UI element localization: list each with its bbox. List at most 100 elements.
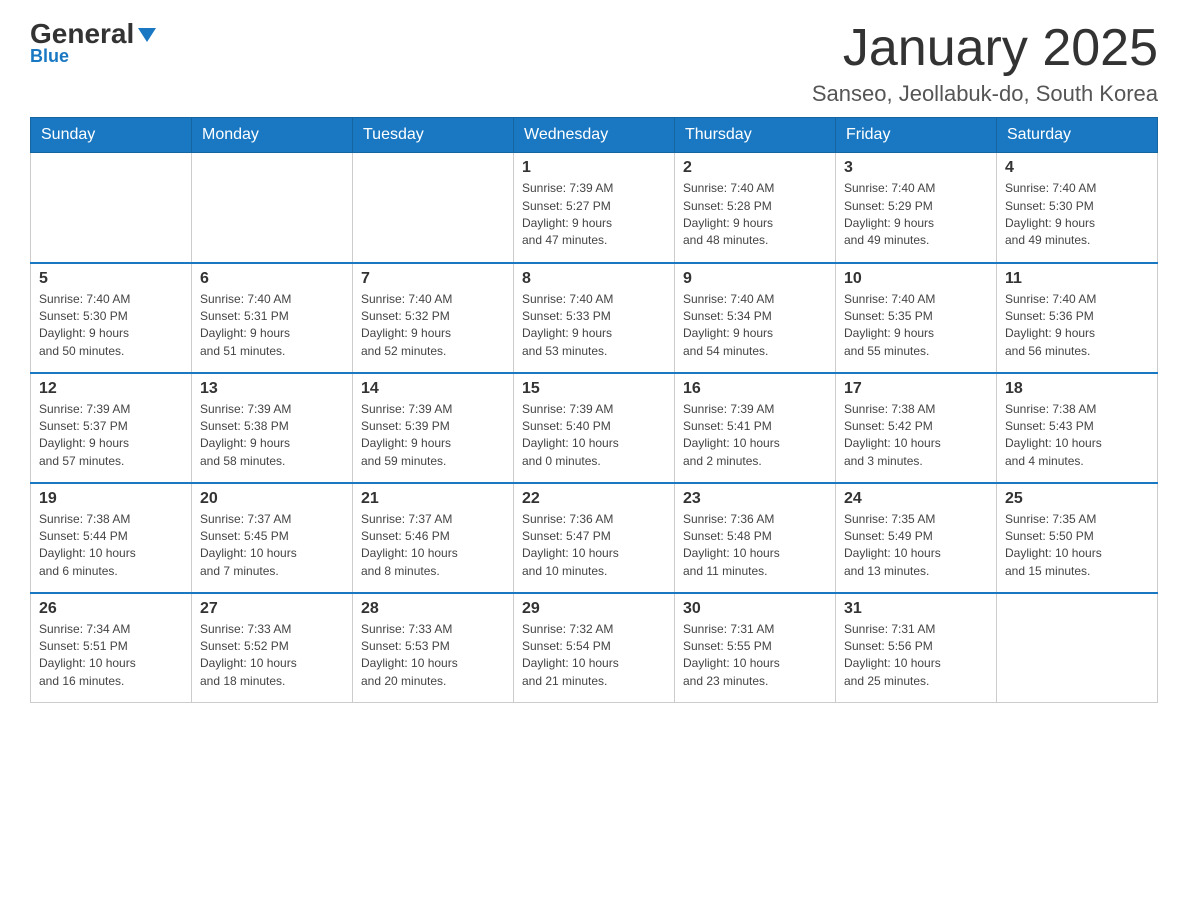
location-title: Sanseo, Jeollabuk-do, South Korea <box>812 81 1158 107</box>
day-info: Sunrise: 7:40 AM Sunset: 5:28 PM Dayligh… <box>683 180 827 250</box>
day-number: 13 <box>200 380 344 398</box>
calendar-cell <box>192 153 353 263</box>
day-number: 29 <box>522 600 666 618</box>
day-number: 28 <box>361 600 505 618</box>
day-number: 25 <box>1005 490 1149 508</box>
day-info: Sunrise: 7:39 AM Sunset: 5:37 PM Dayligh… <box>39 401 183 471</box>
calendar-cell: 8 Sunrise: 7:40 AM Sunset: 5:33 PM Daylig… <box>514 263 675 373</box>
day-info: Sunrise: 7:40 AM Sunset: 5:33 PM Dayligh… <box>522 291 666 361</box>
day-number: 23 <box>683 490 827 508</box>
day-number: 9 <box>683 270 827 288</box>
day-number: 5 <box>39 270 183 288</box>
day-number: 8 <box>522 270 666 288</box>
weekday-header-saturday: Saturday <box>997 118 1158 153</box>
day-info: Sunrise: 7:39 AM Sunset: 5:41 PM Dayligh… <box>683 401 827 471</box>
calendar-cell: 11Sunrise: 7:40 AM Sunset: 5:36 PM Dayli… <box>997 263 1158 373</box>
day-info: Sunrise: 7:40 AM Sunset: 5:30 PM Dayligh… <box>39 291 183 361</box>
logo-text-blue: Blue <box>30 46 69 67</box>
day-number: 6 <box>200 270 344 288</box>
day-number: 24 <box>844 490 988 508</box>
day-info: Sunrise: 7:36 AM Sunset: 5:48 PM Dayligh… <box>683 511 827 581</box>
month-title: January 2025 <box>812 20 1158 77</box>
day-number: 7 <box>361 270 505 288</box>
logo-triangle-icon <box>136 24 158 46</box>
calendar-cell: 17Sunrise: 7:38 AM Sunset: 5:42 PM Dayli… <box>836 373 997 483</box>
calendar-cell: 6 Sunrise: 7:40 AM Sunset: 5:31 PM Daylig… <box>192 263 353 373</box>
day-info: Sunrise: 7:38 AM Sunset: 5:44 PM Dayligh… <box>39 511 183 581</box>
day-info: Sunrise: 7:35 AM Sunset: 5:49 PM Dayligh… <box>844 511 988 581</box>
day-info: Sunrise: 7:38 AM Sunset: 5:42 PM Dayligh… <box>844 401 988 471</box>
calendar-cell: 28 Sunrise: 7:33 AM Sunset: 5:53 PM Dayli… <box>353 593 514 703</box>
weekday-header-sunday: Sunday <box>31 118 192 153</box>
day-info: Sunrise: 7:40 AM Sunset: 5:31 PM Dayligh… <box>200 291 344 361</box>
day-info: Sunrise: 7:40 AM Sunset: 5:29 PM Dayligh… <box>844 180 988 250</box>
calendar-cell: 31 Sunrise: 7:31 AM Sunset: 5:56 PM Dayli… <box>836 593 997 703</box>
day-info: Sunrise: 7:33 AM Sunset: 5:53 PM Dayligh… <box>361 621 505 691</box>
weekday-header-thursday: Thursday <box>675 118 836 153</box>
calendar-cell: 19 Sunrise: 7:38 AM Sunset: 5:44 PM Dayli… <box>31 483 192 593</box>
calendar-cell: 3 Sunrise: 7:40 AM Sunset: 5:29 PM Daylig… <box>836 153 997 263</box>
day-number: 27 <box>200 600 344 618</box>
calendar-cell: 7 Sunrise: 7:40 AM Sunset: 5:32 PM Daylig… <box>353 263 514 373</box>
day-number: 18 <box>1005 380 1149 398</box>
calendar-cell: 1Sunrise: 7:39 AM Sunset: 5:27 PM Daylig… <box>514 153 675 263</box>
day-info: Sunrise: 7:38 AM Sunset: 5:43 PM Dayligh… <box>1005 401 1149 471</box>
calendar-week-2: 5 Sunrise: 7:40 AM Sunset: 5:30 PM Daylig… <box>31 263 1158 373</box>
weekday-header-friday: Friday <box>836 118 997 153</box>
calendar-cell <box>31 153 192 263</box>
day-info: Sunrise: 7:32 AM Sunset: 5:54 PM Dayligh… <box>522 621 666 691</box>
calendar-cell: 20 Sunrise: 7:37 AM Sunset: 5:45 PM Dayli… <box>192 483 353 593</box>
calendar-cell: 9Sunrise: 7:40 AM Sunset: 5:34 PM Daylig… <box>675 263 836 373</box>
weekday-header-tuesday: Tuesday <box>353 118 514 153</box>
calendar-cell: 4Sunrise: 7:40 AM Sunset: 5:30 PM Daylig… <box>997 153 1158 263</box>
day-number: 20 <box>200 490 344 508</box>
day-number: 19 <box>39 490 183 508</box>
day-info: Sunrise: 7:40 AM Sunset: 5:35 PM Dayligh… <box>844 291 988 361</box>
day-number: 2 <box>683 159 827 177</box>
calendar-cell: 24 Sunrise: 7:35 AM Sunset: 5:49 PM Dayli… <box>836 483 997 593</box>
calendar-cell: 2 Sunrise: 7:40 AM Sunset: 5:28 PM Daylig… <box>675 153 836 263</box>
day-info: Sunrise: 7:31 AM Sunset: 5:56 PM Dayligh… <box>844 621 988 691</box>
day-info: Sunrise: 7:34 AM Sunset: 5:51 PM Dayligh… <box>39 621 183 691</box>
day-number: 31 <box>844 600 988 618</box>
day-info: Sunrise: 7:37 AM Sunset: 5:46 PM Dayligh… <box>361 511 505 581</box>
calendar-week-3: 12 Sunrise: 7:39 AM Sunset: 5:37 PM Dayli… <box>31 373 1158 483</box>
day-number: 21 <box>361 490 505 508</box>
calendar-week-1: 1Sunrise: 7:39 AM Sunset: 5:27 PM Daylig… <box>31 153 1158 263</box>
day-info: Sunrise: 7:31 AM Sunset: 5:55 PM Dayligh… <box>683 621 827 691</box>
calendar-cell: 22 Sunrise: 7:36 AM Sunset: 5:47 PM Dayli… <box>514 483 675 593</box>
day-info: Sunrise: 7:39 AM Sunset: 5:38 PM Dayligh… <box>200 401 344 471</box>
calendar-cell: 26Sunrise: 7:34 AM Sunset: 5:51 PM Dayli… <box>31 593 192 703</box>
day-number: 30 <box>683 600 827 618</box>
day-info: Sunrise: 7:39 AM Sunset: 5:39 PM Dayligh… <box>361 401 505 471</box>
calendar-cell: 30 Sunrise: 7:31 AM Sunset: 5:55 PM Dayli… <box>675 593 836 703</box>
logo-text-general: General <box>30 20 134 48</box>
calendar-cell: 16 Sunrise: 7:39 AM Sunset: 5:41 PM Dayli… <box>675 373 836 483</box>
day-number: 14 <box>361 380 505 398</box>
day-number: 12 <box>39 380 183 398</box>
title-section: January 2025 Sanseo, Jeollabuk-do, South… <box>812 20 1158 107</box>
day-info: Sunrise: 7:36 AM Sunset: 5:47 PM Dayligh… <box>522 511 666 581</box>
day-info: Sunrise: 7:39 AM Sunset: 5:40 PM Dayligh… <box>522 401 666 471</box>
calendar-cell: 18 Sunrise: 7:38 AM Sunset: 5:43 PM Dayli… <box>997 373 1158 483</box>
day-info: Sunrise: 7:40 AM Sunset: 5:32 PM Dayligh… <box>361 291 505 361</box>
day-info: Sunrise: 7:40 AM Sunset: 5:30 PM Dayligh… <box>1005 180 1149 250</box>
weekday-header-wednesday: Wednesday <box>514 118 675 153</box>
day-info: Sunrise: 7:37 AM Sunset: 5:45 PM Dayligh… <box>200 511 344 581</box>
weekday-header-row: SundayMondayTuesdayWednesdayThursdayFrid… <box>31 118 1158 153</box>
calendar-table: SundayMondayTuesdayWednesdayThursdayFrid… <box>30 117 1158 703</box>
day-number: 3 <box>844 159 988 177</box>
calendar-cell: 10Sunrise: 7:40 AM Sunset: 5:35 PM Dayli… <box>836 263 997 373</box>
calendar-cell: 29 Sunrise: 7:32 AM Sunset: 5:54 PM Dayli… <box>514 593 675 703</box>
day-number: 16 <box>683 380 827 398</box>
calendar-cell: 12 Sunrise: 7:39 AM Sunset: 5:37 PM Dayli… <box>31 373 192 483</box>
calendar-week-4: 19 Sunrise: 7:38 AM Sunset: 5:44 PM Dayli… <box>31 483 1158 593</box>
calendar-cell: 23 Sunrise: 7:36 AM Sunset: 5:48 PM Dayli… <box>675 483 836 593</box>
calendar-cell: 5 Sunrise: 7:40 AM Sunset: 5:30 PM Daylig… <box>31 263 192 373</box>
page-header: General Blue January 2025 Sanseo, Jeolla… <box>30 20 1158 107</box>
calendar-week-5: 26Sunrise: 7:34 AM Sunset: 5:51 PM Dayli… <box>31 593 1158 703</box>
day-number: 22 <box>522 490 666 508</box>
calendar-cell: 27Sunrise: 7:33 AM Sunset: 5:52 PM Dayli… <box>192 593 353 703</box>
calendar-cell <box>997 593 1158 703</box>
day-info: Sunrise: 7:35 AM Sunset: 5:50 PM Dayligh… <box>1005 511 1149 581</box>
